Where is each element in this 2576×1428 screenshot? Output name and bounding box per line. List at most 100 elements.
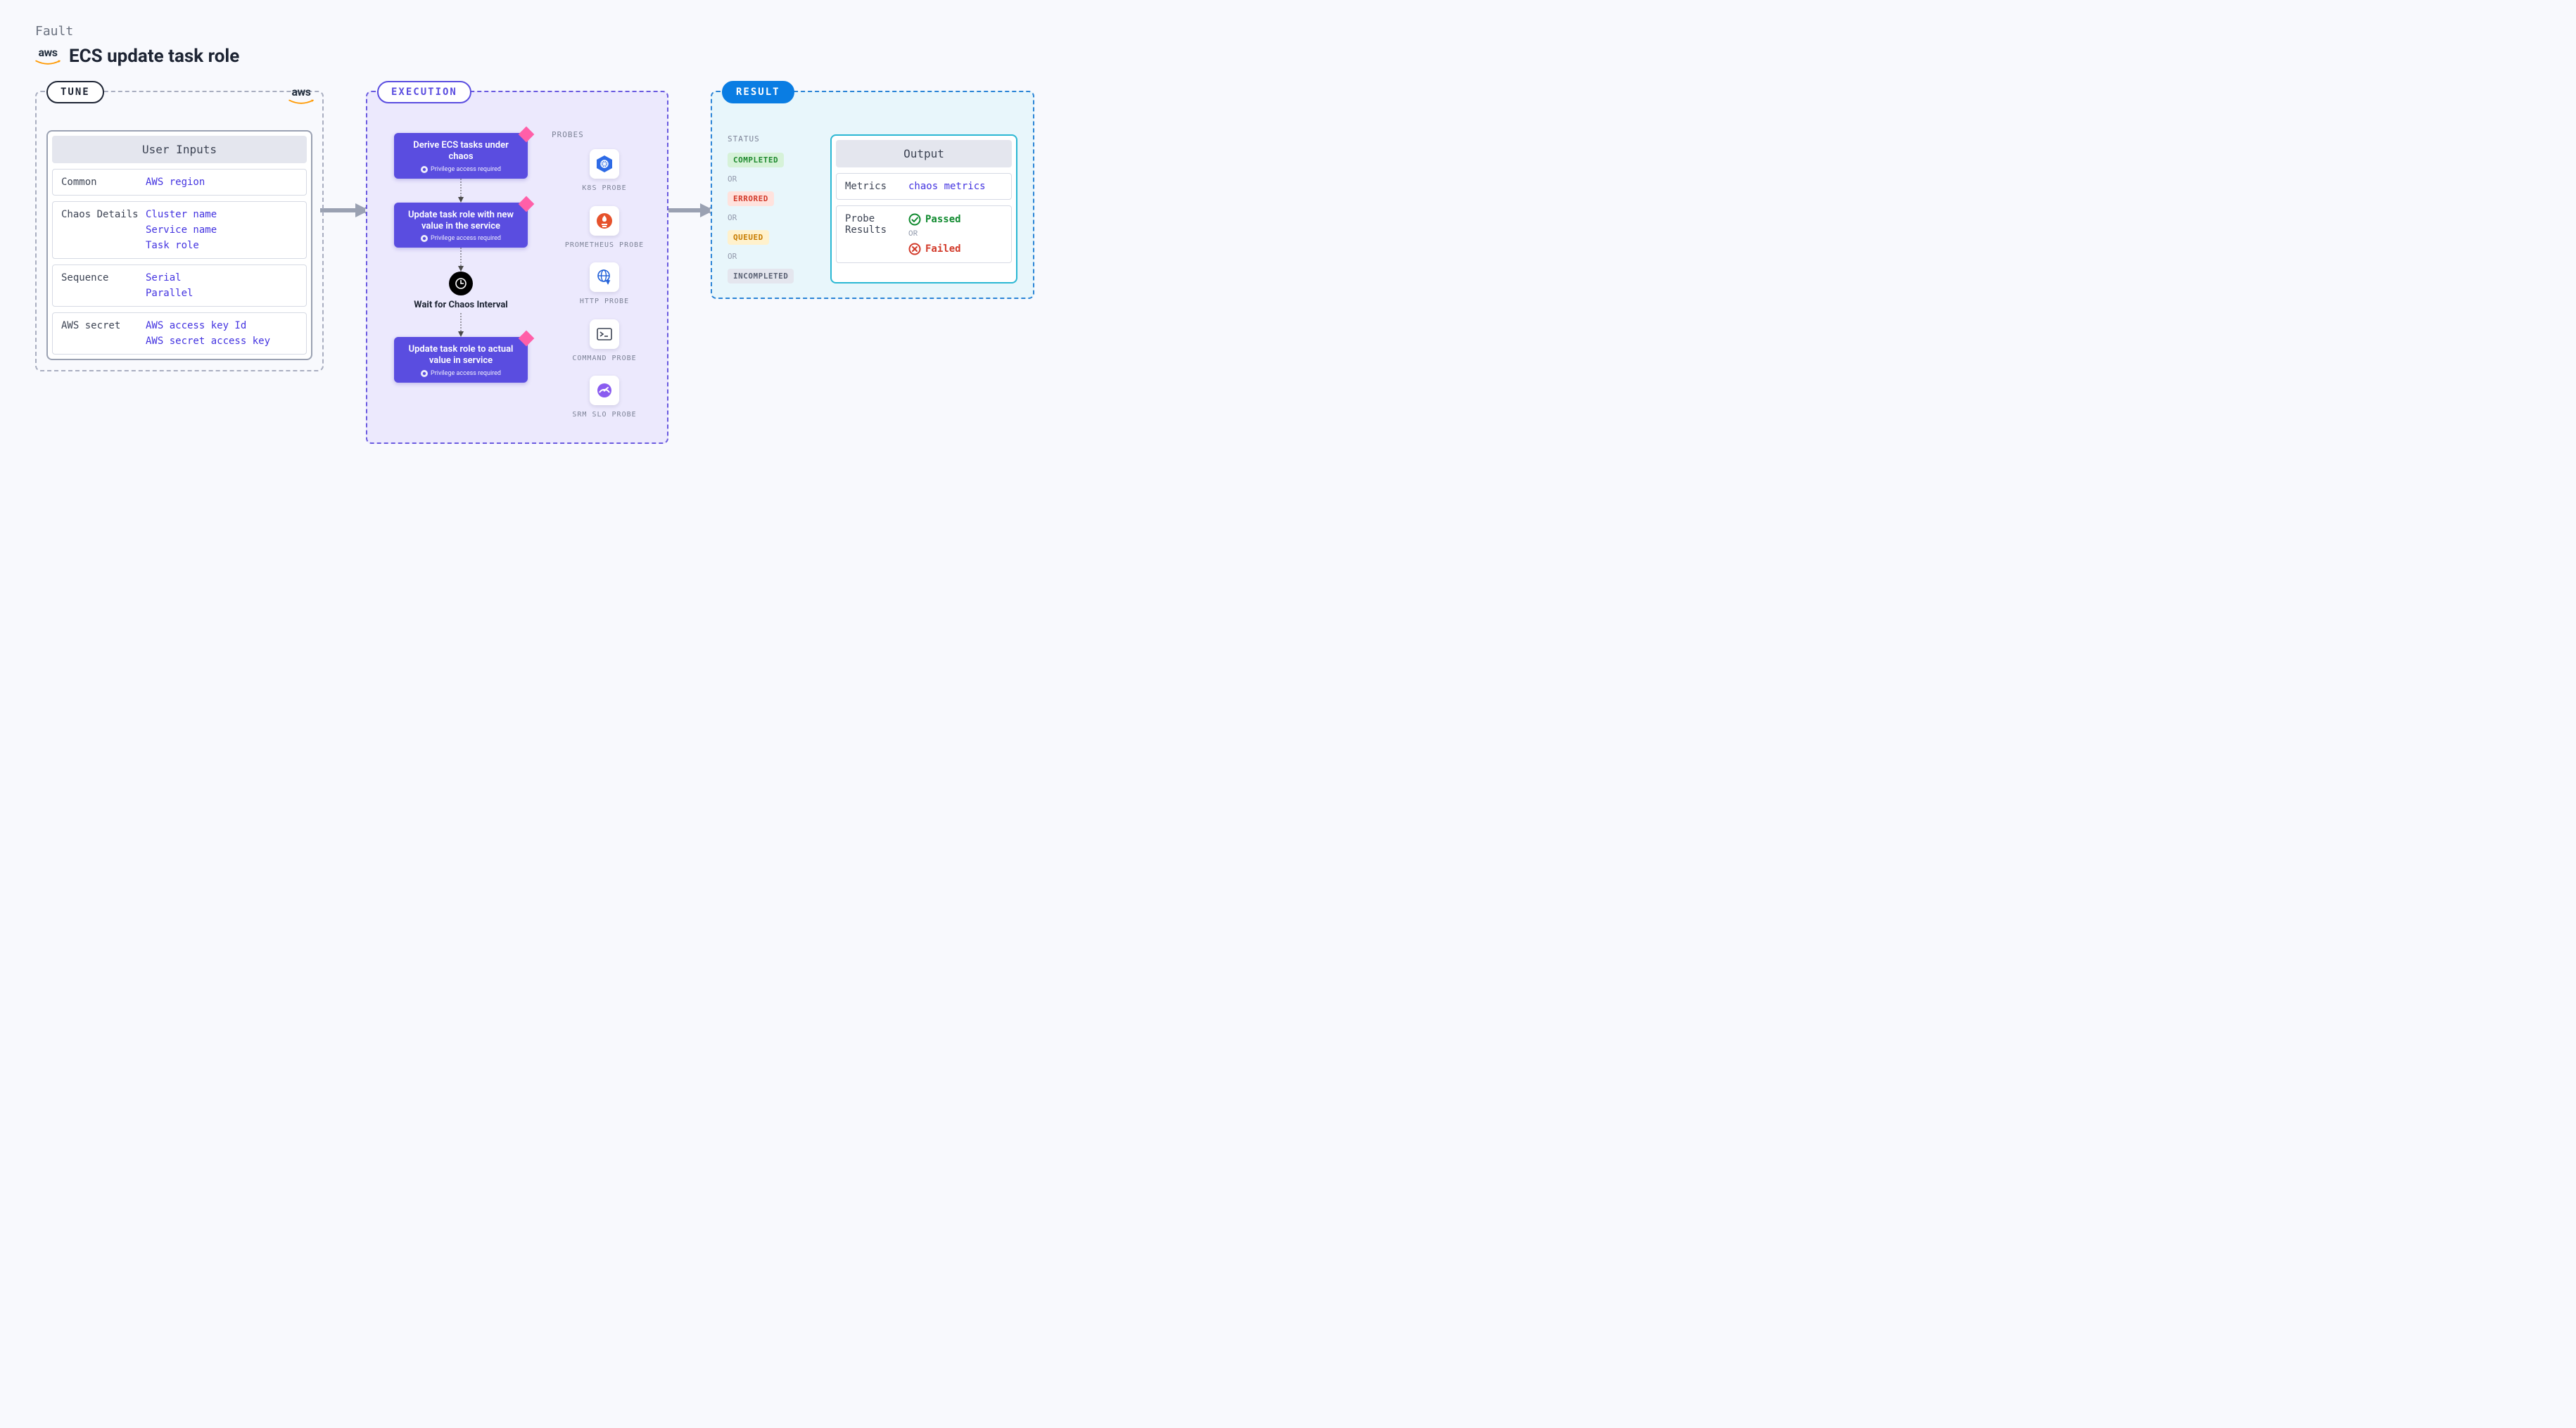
input-label: AWS secret	[61, 320, 146, 331]
input-value: AWS region	[146, 177, 298, 188]
input-values: Serial Parallel	[146, 272, 298, 299]
aws-logo-icon: aws	[35, 47, 61, 65]
privilege-note: Privilege access required	[404, 166, 518, 173]
svg-text:!: !	[607, 279, 609, 286]
probe-label: COMMAND PROBE	[572, 355, 636, 364]
arrow-execution-to-result	[668, 91, 711, 330]
output-label: Probe Results	[845, 213, 908, 236]
step-update-new: Update task role with new value in the s…	[394, 203, 528, 248]
status-badge-errored: ERRORED	[728, 191, 774, 206]
input-row-aws-secret: AWS secret AWS access key Id AWS secret …	[52, 312, 307, 355]
input-value: Cluster name	[146, 209, 298, 220]
arrow-tune-to-execution	[324, 91, 366, 330]
prometheus-icon	[590, 206, 619, 236]
terminal-icon	[590, 319, 619, 349]
tune-panel: TUNE aws User Inputs Common AWS region C…	[35, 91, 324, 371]
shield-icon	[421, 235, 428, 242]
output-card: Output Metrics chaos metrics Probe Resul…	[830, 134, 1017, 283]
result-pill: RESULT	[722, 81, 794, 103]
probe-label: SRM SLO PROBE	[572, 411, 636, 420]
user-inputs-header: User Inputs	[52, 136, 307, 163]
input-row-sequence: Sequence Serial Parallel	[52, 264, 307, 307]
probe-label: PROMETHEUS PROBE	[565, 241, 644, 250]
probe-label: K8S PROBE	[582, 184, 626, 193]
probe-label: HTTP PROBE	[580, 298, 629, 307]
page-title: ECS update task role	[69, 46, 239, 67]
input-value: Service name	[146, 224, 298, 236]
arrow-icon	[320, 202, 369, 219]
status-badge-queued: QUEUED	[728, 230, 769, 245]
step-title: Update task role with new value in the s…	[404, 210, 518, 233]
probe-k8s: K8S PROBE	[552, 149, 657, 193]
status-title: STATUS	[728, 134, 819, 144]
or-separator: OR	[908, 230, 1003, 238]
input-value: Task role	[146, 240, 298, 251]
privilege-note: Privilege access required	[404, 235, 518, 242]
input-row-chaos-details: Chaos Details Cluster name Service name …	[52, 201, 307, 259]
status-badge-completed: COMPLETED	[728, 153, 784, 167]
litmus-badge-icon	[519, 331, 535, 347]
gauge-icon	[590, 376, 619, 405]
status-column: STATUS COMPLETED OR ERRORED OR QUEUED OR…	[728, 134, 819, 283]
user-inputs-card: User Inputs Common AWS region Chaos Deta…	[46, 130, 312, 360]
shield-icon	[421, 166, 428, 173]
input-value: Parallel	[146, 288, 298, 299]
aws-logo-icon: aws	[288, 87, 314, 105]
output-header: Output	[836, 140, 1012, 167]
status-badge-incompleted: INCOMPLETED	[728, 269, 794, 283]
input-value: Serial	[146, 272, 298, 283]
output-row-probe-results: Probe Results Passed OR Failed	[836, 205, 1012, 263]
input-row-common: Common AWS region	[52, 169, 307, 196]
input-value: AWS secret access key	[146, 336, 298, 347]
page: Fault aws ECS update task role TUNE aws …	[0, 0, 2576, 486]
input-values: Cluster name Service name Task role	[146, 209, 298, 251]
probe-http: ! HTTP PROBE	[552, 262, 657, 307]
x-circle-icon	[908, 243, 921, 255]
input-label: Sequence	[61, 272, 146, 283]
probe-srm-slo: SRM SLO PROBE	[552, 376, 657, 420]
step-title: Derive ECS tasks under chaos	[404, 140, 518, 163]
output-row-metrics: Metrics chaos metrics	[836, 173, 1012, 200]
probes-title: PROBES	[552, 130, 657, 139]
shield-icon	[421, 370, 428, 377]
probes-column: PROBES K8S PROBE PROMETHEUS PROBE	[552, 130, 657, 433]
probe-prometheus: PROMETHEUS PROBE	[552, 206, 657, 250]
title-row: aws ECS update task role	[35, 46, 2541, 67]
input-value: AWS access key Id	[146, 320, 298, 331]
flow-arrow-icon	[457, 313, 464, 337]
step-update-actual: Update task role to actual value in serv…	[394, 337, 528, 383]
probe-result-passed: Passed	[908, 213, 1003, 226]
privilege-note: Privilege access required	[404, 370, 518, 377]
result-panel: RESULT STATUS COMPLETED OR ERRORED OR QU…	[711, 91, 1034, 299]
fault-eyebrow: Fault	[35, 24, 2541, 39]
arrow-icon	[665, 202, 714, 219]
check-circle-icon	[908, 213, 921, 226]
or-separator: OR	[728, 174, 819, 184]
input-label: Common	[61, 177, 146, 188]
execution-flow: Derive ECS tasks under chaos Privilege a…	[377, 130, 545, 433]
input-values: AWS region	[146, 177, 298, 188]
probe-command: COMMAND PROBE	[552, 319, 657, 364]
output-label: Metrics	[845, 181, 908, 192]
wait-label: Wait for Chaos Interval	[414, 300, 507, 310]
output-value: chaos metrics	[908, 181, 1003, 192]
input-label: Chaos Details	[61, 209, 146, 220]
flow-arrow-icon	[457, 179, 464, 203]
or-separator: OR	[728, 213, 819, 222]
step-derive-tasks: Derive ECS tasks under chaos Privilege a…	[394, 133, 528, 179]
or-separator: OR	[728, 252, 819, 261]
litmus-badge-icon	[519, 127, 535, 143]
step-title: Update task role to actual value in serv…	[404, 344, 518, 367]
litmus-badge-icon	[519, 196, 535, 212]
flow-arrow-icon	[457, 248, 464, 272]
kubernetes-icon	[590, 149, 619, 179]
execution-pill: EXECUTION	[377, 81, 471, 103]
diagram-canvas: TUNE aws User Inputs Common AWS region C…	[35, 91, 2541, 444]
input-values: AWS access key Id AWS secret access key	[146, 320, 298, 347]
output-value: Passed OR Failed	[908, 213, 1003, 255]
probe-result-failed: Failed	[908, 243, 1003, 255]
execution-panel: EXECUTION Derive ECS tasks under chaos P…	[366, 91, 668, 444]
tune-pill: TUNE	[46, 81, 104, 103]
clock-icon	[449, 272, 473, 295]
globe-icon: !	[590, 262, 619, 292]
